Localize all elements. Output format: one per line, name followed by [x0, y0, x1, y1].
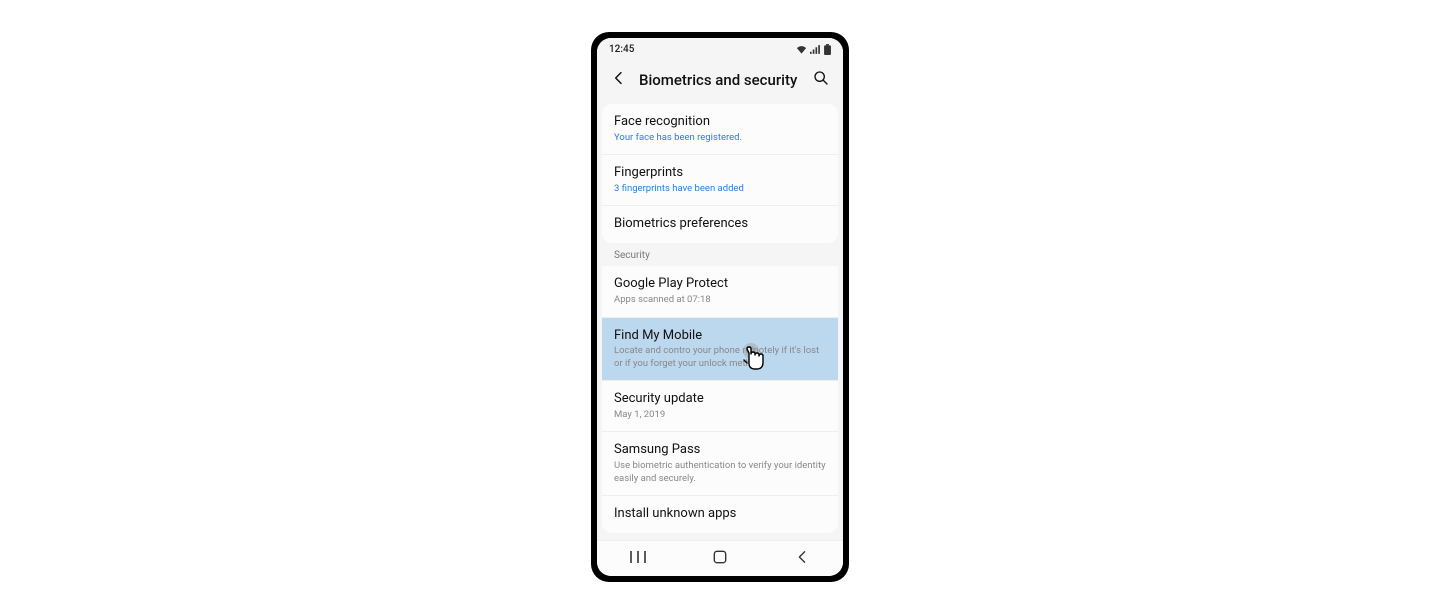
phone-screen: 12:45 Biometrics and security	[597, 38, 843, 576]
content-scroll[interactable]: Face recognition Your face has been regi…	[597, 100, 843, 540]
row-title: Face recognition	[614, 114, 826, 131]
signal-icon	[810, 45, 821, 54]
wifi-icon	[796, 45, 807, 54]
row-install-unknown-apps[interactable]: Install unknown apps	[602, 495, 838, 533]
row-biometrics-preferences[interactable]: Biometrics preferences	[602, 205, 838, 243]
row-title: Biometrics preferences	[614, 216, 826, 233]
row-google-play-protect[interactable]: Google Play Protect Apps scanned at 07:1…	[602, 266, 838, 316]
section-header-security: Security	[597, 243, 843, 266]
row-title: Fingerprints	[614, 165, 826, 182]
row-subtitle: Use biometric authentication to verify y…	[614, 460, 826, 485]
status-icons	[796, 44, 831, 55]
navigation-bar	[597, 540, 843, 576]
row-subtitle: Locate and contro your phone remotely if…	[614, 345, 826, 370]
row-find-my-mobile[interactable]: Find My Mobile Locate and contro your ph…	[602, 317, 838, 381]
row-security-update[interactable]: Security update May 1, 2019	[602, 380, 838, 431]
page-title: Biometrics and security	[639, 71, 801, 89]
row-title: Find My Mobile	[614, 328, 826, 345]
recent-icon	[630, 549, 646, 568]
nav-back-icon	[796, 549, 808, 568]
row-fingerprints[interactable]: Fingerprints 3 fingerprints have been ad…	[602, 154, 838, 205]
nav-recent-button[interactable]	[608, 549, 668, 568]
row-subtitle: 3 fingerprints have been added	[614, 183, 826, 195]
biometrics-section: Face recognition Your face has been regi…	[602, 104, 838, 243]
row-title: Samsung Pass	[614, 442, 826, 459]
row-title: Google Play Protect	[614, 276, 826, 293]
app-header: Biometrics and security	[597, 60, 843, 100]
row-samsung-pass[interactable]: Samsung Pass Use biometric authenticatio…	[602, 431, 838, 495]
chevron-left-icon	[611, 70, 627, 90]
row-subtitle: Your face has been registered.	[614, 132, 826, 144]
phone-frame: 12:45 Biometrics and security	[591, 32, 849, 582]
search-icon	[813, 70, 829, 90]
battery-icon	[824, 44, 831, 55]
nav-back-button[interactable]	[772, 549, 832, 568]
row-subtitle: May 1, 2019	[614, 409, 826, 421]
row-title: Security update	[614, 391, 826, 408]
row-subtitle: Apps scanned at 07:18	[614, 294, 826, 306]
home-icon	[713, 549, 727, 568]
row-title: Install unknown apps	[614, 506, 826, 523]
status-time: 12:45	[609, 44, 634, 55]
back-button[interactable]	[607, 68, 631, 92]
status-bar: 12:45	[597, 38, 843, 60]
search-button[interactable]	[809, 68, 833, 92]
row-face-recognition[interactable]: Face recognition Your face has been regi…	[602, 104, 838, 154]
security-section: Google Play Protect Apps scanned at 07:1…	[602, 266, 838, 533]
nav-home-button[interactable]	[690, 549, 750, 568]
